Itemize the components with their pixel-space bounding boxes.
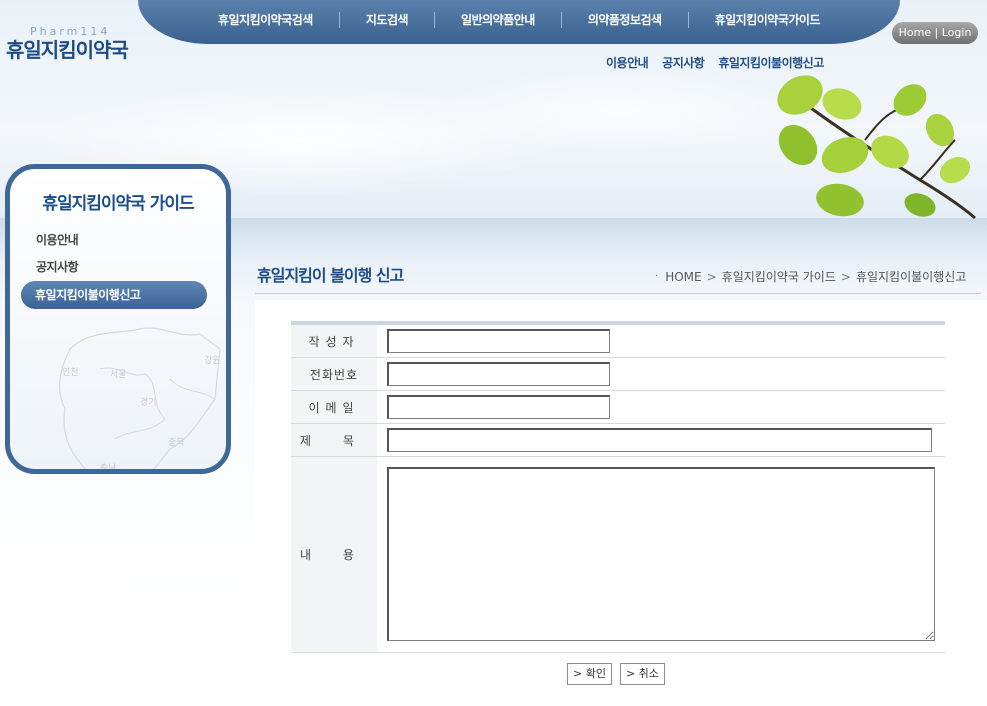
- map-label-chungnam: 충남: [100, 464, 117, 474]
- email-label: 이메일: [291, 391, 377, 423]
- author-input[interactable]: [387, 329, 610, 353]
- map-label-chungbuk: 충북: [168, 438, 185, 448]
- form-buttons: > 확인 > 취소: [567, 663, 673, 685]
- sidebar-item-notice[interactable]: 공지사항: [36, 258, 79, 275]
- cancel-button[interactable]: > 취소: [619, 663, 665, 685]
- sidebar-title: 휴일지킴이약국 가이드: [42, 194, 194, 214]
- breadcrumb-home[interactable]: HOME: [665, 270, 701, 284]
- sub-nav-item-usage-guide[interactable]: 이용안내: [606, 54, 649, 71]
- breadcrumb-separator: >: [706, 269, 717, 284]
- content-textarea[interactable]: [387, 467, 935, 641]
- top-nav-item-pharmacy-guide[interactable]: 휴일지킴이약국가이드: [689, 12, 846, 28]
- site-logo[interactable]: Pharm114 휴일지킴이약국: [6, 25, 129, 63]
- map-label-seoul: 서울: [110, 370, 127, 380]
- subject-label: 제 목: [291, 424, 377, 456]
- top-nav: 휴일지킴이약국검색 지도검색 일반의약품안내 의약품정보검색 휴일지킴이약국가이…: [138, 0, 900, 44]
- form-row-author: 작성자: [291, 325, 945, 358]
- sidebar-item-usage-guide[interactable]: 이용안내: [36, 231, 79, 248]
- breadcrumb-separator: >: [840, 269, 851, 284]
- sidebar-item-report[interactable]: 휴일지킴이불이행신고: [21, 281, 207, 309]
- sub-nav-item-notice[interactable]: 공지사항: [662, 54, 705, 71]
- form-row-content: 내 용: [291, 457, 945, 653]
- map-label-gangwon: 강원: [204, 356, 221, 366]
- top-nav-item-otc-guide[interactable]: 일반의약품안내: [435, 12, 562, 28]
- map-label-incheon: 인천: [62, 368, 79, 378]
- top-nav-item-pharmacy-search[interactable]: 휴일지킴이약국검색: [192, 12, 340, 28]
- sub-nav-item-report[interactable]: 휴일지킴이불이행신고: [718, 54, 824, 71]
- breadcrumb: · HOME > 휴일지킴이약국 가이드 > 휴일지킴이불이행신고: [655, 268, 966, 285]
- breadcrumb-guide[interactable]: 휴일지킴이약국 가이드: [722, 268, 836, 285]
- page-title: 휴일지킴이 불이행 신고: [257, 266, 404, 285]
- form-row-phone: 전화번호: [291, 358, 945, 391]
- korea-map-decoration: [59, 327, 221, 469]
- form-row-subject: 제 목: [291, 424, 945, 457]
- phone-input[interactable]: [387, 362, 610, 386]
- logo-title: 휴일지킴이약국: [6, 38, 129, 62]
- sub-nav: 이용안내 공지사항 휴일지킴이불이행신고: [606, 54, 838, 71]
- breadcrumb-dot: ·: [655, 271, 659, 282]
- top-nav-item-drug-info-search[interactable]: 의약품정보검색: [562, 12, 689, 28]
- leaves-decoration: [777, 75, 976, 220]
- confirm-button[interactable]: > 확인: [567, 663, 612, 685]
- content-label: 내 용: [291, 457, 377, 652]
- report-form: 작성자 전화번호 이메일 제 목 내 용: [291, 321, 945, 653]
- map-label-gyeonggi: 경기: [140, 398, 157, 408]
- sidebar: 휴일지킴이약국 가이드 이용안내 공지사항 휴일지킴이불이행신고 인천 서울 강…: [5, 164, 231, 474]
- home-login-button[interactable]: Home | Login: [892, 22, 978, 44]
- phone-label: 전화번호: [291, 358, 377, 390]
- author-label: 작성자: [291, 325, 377, 357]
- logo-subtitle: Pharm114: [30, 25, 111, 38]
- form-row-email: 이메일: [291, 391, 945, 424]
- email-input[interactable]: [387, 395, 610, 419]
- breadcrumb-current: 휴일지킴이불이행신고: [855, 270, 967, 284]
- subject-input[interactable]: [387, 428, 932, 452]
- title-divider: [255, 293, 981, 294]
- top-nav-item-map-search[interactable]: 지도검색: [340, 12, 436, 28]
